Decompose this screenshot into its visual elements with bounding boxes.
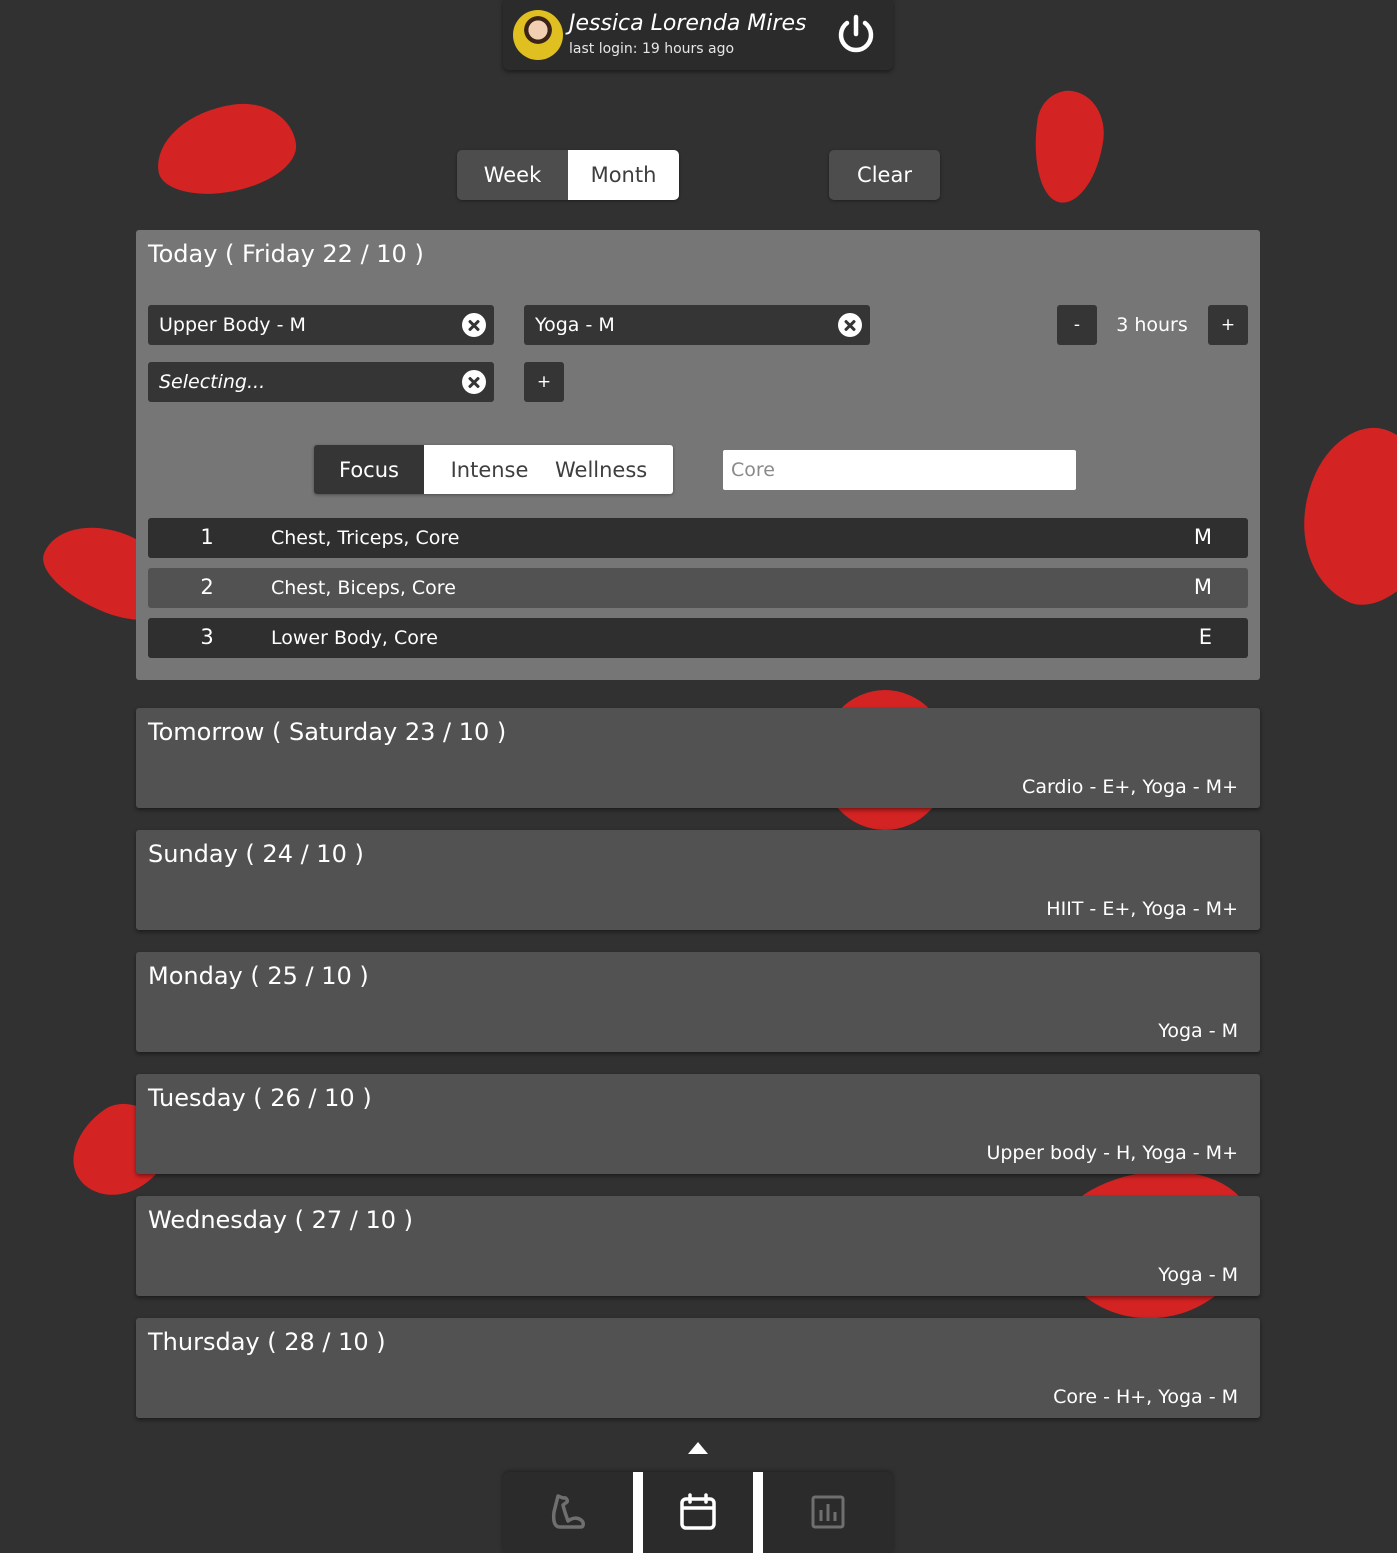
bottom-nav xyxy=(503,1472,893,1553)
day-summary: Yoga - M xyxy=(1158,1264,1238,1286)
option-number: 3 xyxy=(200,625,214,649)
exercise-icon[interactable] xyxy=(548,1492,588,1532)
list-item[interactable]: 1 Chest, Triceps, Core M xyxy=(148,518,1248,558)
decorative-blob xyxy=(1026,86,1110,208)
collapse-caret-icon[interactable] xyxy=(688,1442,708,1454)
day-card[interactable]: Tomorrow ( Saturday 23 / 10 ) Cardio - E… xyxy=(136,708,1260,808)
day-card[interactable]: Monday ( 25 / 10 ) Yoga - M xyxy=(136,952,1260,1052)
option-level: E xyxy=(1198,625,1212,649)
nav-separator xyxy=(633,1472,643,1553)
day-summary: Yoga - M xyxy=(1158,1020,1238,1042)
option-level: M xyxy=(1193,525,1212,549)
filter-wellness[interactable]: Wellness xyxy=(555,445,673,494)
option-description: Chest, Biceps, Core xyxy=(271,577,456,599)
clear-button[interactable]: Clear xyxy=(829,150,940,200)
stats-icon[interactable] xyxy=(808,1492,848,1532)
close-icon[interactable] xyxy=(838,313,862,337)
day-card[interactable]: Wednesday ( 27 / 10 ) Yoga - M xyxy=(136,1196,1260,1296)
day-summary: Cardio - E+, Yoga - M+ xyxy=(1022,776,1238,798)
last-login: last login: 19 hours ago xyxy=(569,41,735,57)
decorative-blob xyxy=(1272,410,1397,626)
day-title: Monday ( 25 / 10 ) xyxy=(148,962,369,990)
avatar[interactable] xyxy=(513,10,563,60)
user-card: Jessica Lorenda Mires last login: 19 hou… xyxy=(503,0,893,70)
view-toggle: Week Month xyxy=(457,150,679,200)
power-icon[interactable] xyxy=(833,12,879,58)
week-button[interactable]: Week xyxy=(457,150,568,200)
option-number: 2 xyxy=(200,575,214,599)
calendar-icon[interactable] xyxy=(678,1492,718,1532)
search-input[interactable] xyxy=(723,450,1076,490)
workout-chip[interactable]: Upper Body - M xyxy=(148,305,494,345)
today-title: Today ( Friday 22 / 10 ) xyxy=(148,240,424,268)
option-number: 1 xyxy=(200,525,214,549)
close-icon[interactable] xyxy=(462,370,486,394)
add-workout-button[interactable]: + xyxy=(524,362,564,402)
nav-separator xyxy=(753,1472,763,1553)
list-item[interactable]: 3 Lower Body, Core E xyxy=(148,618,1248,658)
option-level: M xyxy=(1193,575,1212,599)
day-summary: HIIT - E+, Yoga - M+ xyxy=(1046,898,1238,920)
day-title: Thursday ( 28 / 10 ) xyxy=(148,1328,386,1356)
selecting-chip[interactable]: Selecting... xyxy=(148,362,494,402)
day-summary: Upper body - H, Yoga - M+ xyxy=(986,1142,1238,1164)
workout-chip[interactable]: Yoga - M xyxy=(524,305,870,345)
hours-value: 3 hours xyxy=(1116,314,1188,336)
close-icon[interactable] xyxy=(462,313,486,337)
day-card[interactable]: Thursday ( 28 / 10 ) Core - H+, Yoga - M xyxy=(136,1318,1260,1418)
day-card[interactable]: Sunday ( 24 / 10 ) HIIT - E+, Yoga - M+ xyxy=(136,830,1260,930)
chip-label: Upper Body - M xyxy=(159,314,306,336)
day-summary: Core - H+, Yoga - M xyxy=(1053,1386,1238,1408)
day-title: Tuesday ( 26 / 10 ) xyxy=(148,1084,372,1112)
selecting-label: Selecting... xyxy=(159,371,266,393)
decorative-blob xyxy=(150,96,302,202)
hours-decrease-button[interactable]: - xyxy=(1057,305,1097,345)
option-description: Lower Body, Core xyxy=(271,627,438,649)
user-name: Jessica Lorenda Mires xyxy=(569,11,807,36)
filter-intense[interactable]: Intense xyxy=(424,445,555,494)
day-card[interactable]: Tuesday ( 26 / 10 ) Upper body - H, Yoga… xyxy=(136,1074,1260,1174)
day-title: Tomorrow ( Saturday 23 / 10 ) xyxy=(148,718,507,746)
filter-focus[interactable]: Focus xyxy=(314,445,424,494)
month-button[interactable]: Month xyxy=(568,150,679,200)
option-description: Chest, Triceps, Core xyxy=(271,527,460,549)
day-title: Wednesday ( 27 / 10 ) xyxy=(148,1206,413,1234)
hours-increase-button[interactable]: + xyxy=(1208,305,1248,345)
chip-label: Yoga - M xyxy=(535,314,615,336)
day-title: Sunday ( 24 / 10 ) xyxy=(148,840,364,868)
list-item[interactable]: 2 Chest, Biceps, Core M xyxy=(148,568,1248,608)
today-panel: Today ( Friday 22 / 10 ) Upper Body - M … xyxy=(136,230,1260,680)
filter-toggle: Focus Intense Wellness xyxy=(314,445,673,494)
